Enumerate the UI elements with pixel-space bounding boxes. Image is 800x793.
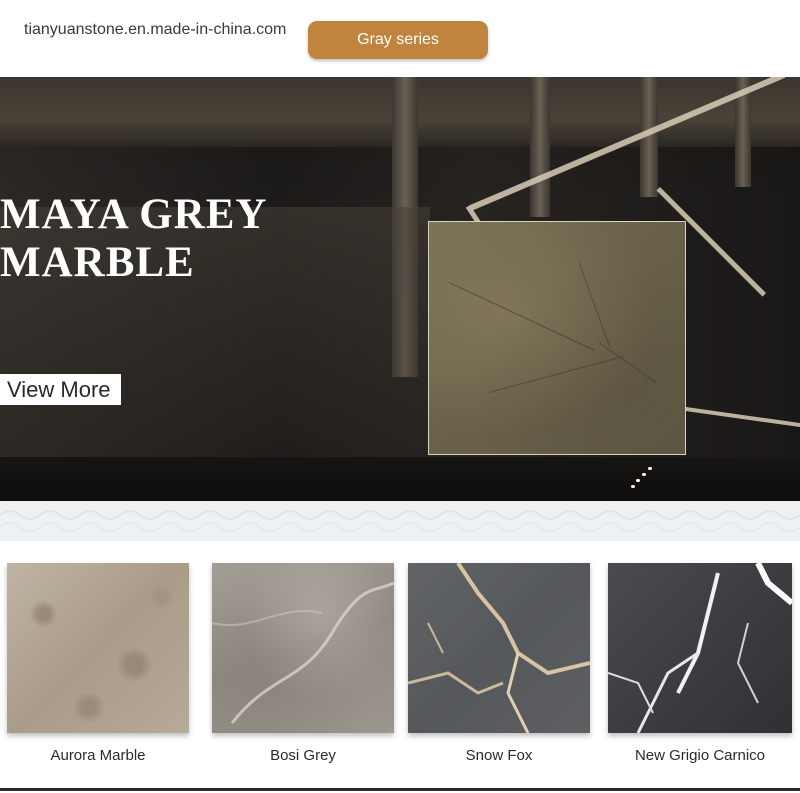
product-name[interactable]: Bosi Grey bbox=[212, 747, 394, 764]
product-image[interactable] bbox=[7, 563, 189, 733]
product-card-aurora-marble[interactable]: Aurora Marble bbox=[7, 563, 189, 768]
product-name[interactable]: Aurora Marble bbox=[7, 747, 189, 764]
category-button[interactable]: Gray series bbox=[308, 21, 488, 59]
product-image[interactable] bbox=[212, 563, 394, 733]
wave-divider bbox=[0, 501, 800, 541]
product-card-bosi-grey[interactable]: Bosi Grey bbox=[212, 563, 394, 768]
product-image[interactable] bbox=[408, 563, 590, 733]
hero-banner[interactable]: MAYA GREY MARBLE View More bbox=[0, 77, 800, 501]
hero-floor-shadow bbox=[0, 457, 800, 501]
hero-title: MAYA GREY MARBLE bbox=[0, 191, 267, 287]
hero-floor-line bbox=[685, 407, 800, 428]
product-name[interactable]: Snow Fox bbox=[408, 747, 590, 764]
product-name[interactable]: New Grigio Carnico bbox=[608, 747, 792, 764]
hero-title-line2: MARBLE bbox=[0, 239, 195, 286]
site-url: tianyuanstone.en.made-in-china.com bbox=[24, 21, 287, 38]
product-card-snow-fox[interactable]: Snow Fox bbox=[408, 563, 590, 768]
product-image[interactable] bbox=[608, 563, 792, 733]
product-card-new-grigio-carnico[interactable]: New Grigio Carnico bbox=[608, 563, 792, 768]
view-more-button[interactable]: View More bbox=[0, 374, 121, 405]
hero-title-line1: MAYA GREY bbox=[0, 191, 268, 238]
maya-grey-swatch bbox=[428, 221, 686, 455]
hero-pillar bbox=[530, 77, 550, 217]
footer-divider bbox=[0, 788, 800, 791]
